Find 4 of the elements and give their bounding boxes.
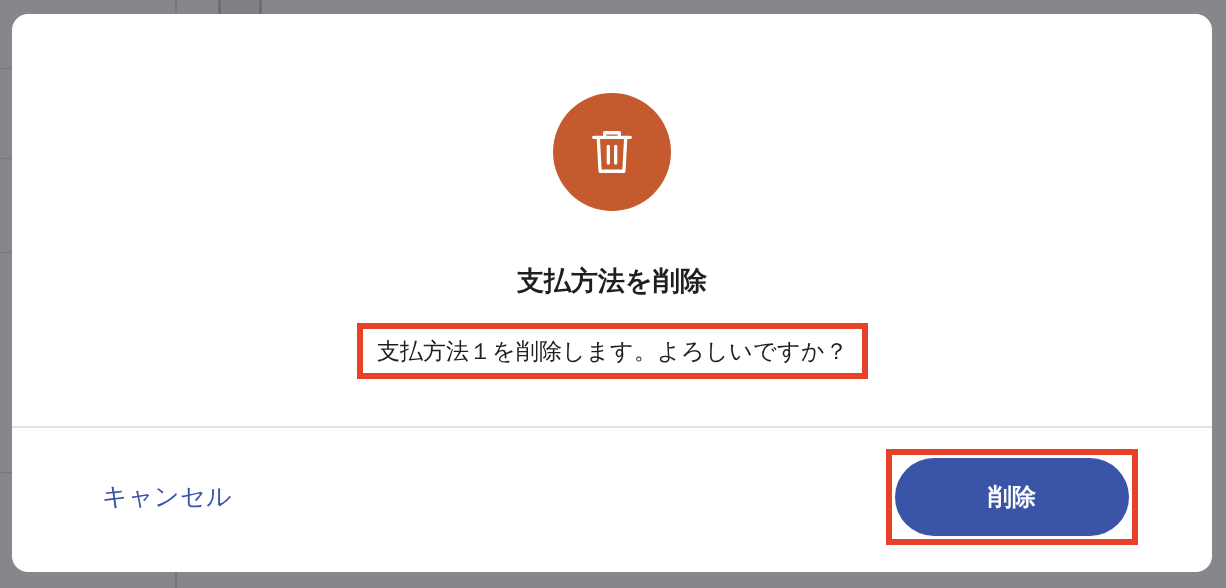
delete-button[interactable]: 削除 xyxy=(895,458,1129,536)
dialog-message: 支払方法１を削除します。よろしいですか？ xyxy=(376,337,848,366)
cancel-link[interactable]: キャンセル xyxy=(102,478,232,516)
dialog-title: 支払方法を削除 xyxy=(517,265,707,298)
